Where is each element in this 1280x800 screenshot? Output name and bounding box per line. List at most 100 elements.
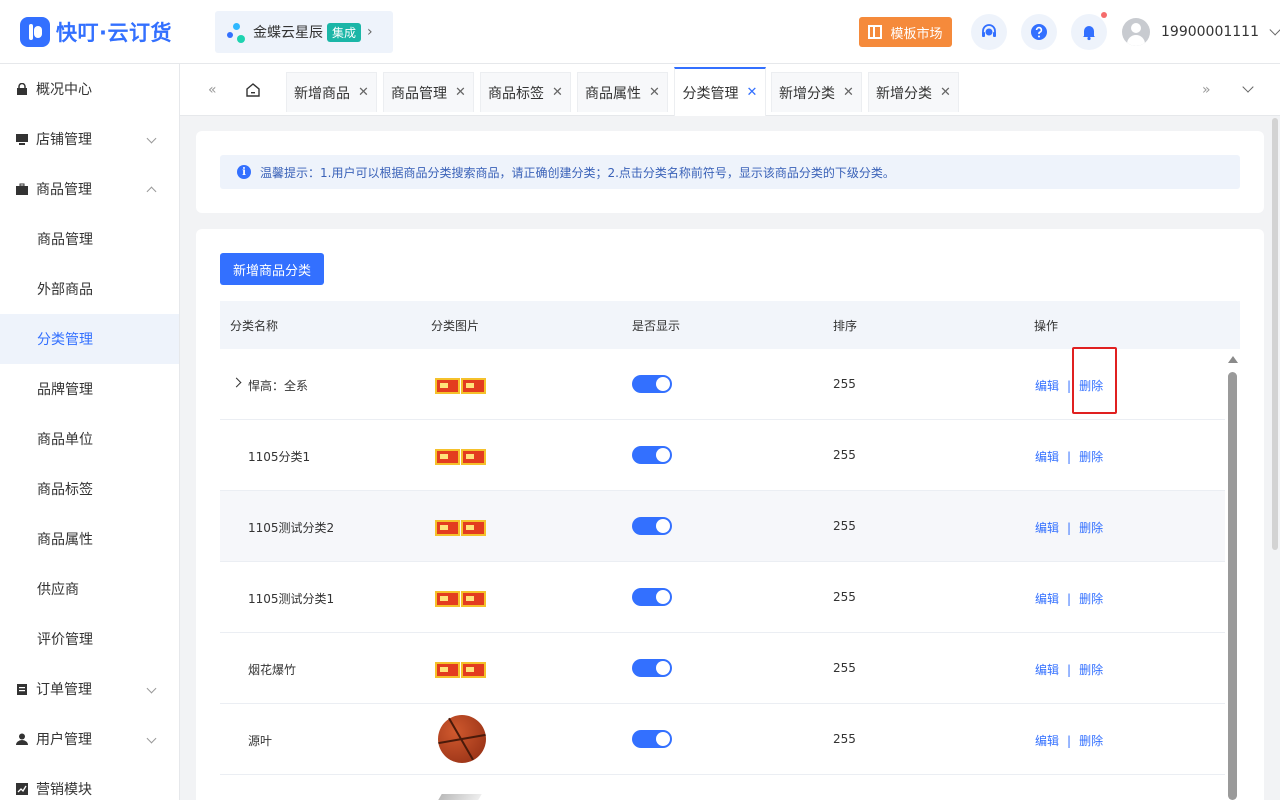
user-menu[interactable]: 19900001111 bbox=[1122, 18, 1280, 46]
page-scrollbar[interactable] bbox=[1272, 118, 1278, 550]
visibility-toggle[interactable] bbox=[632, 588, 672, 606]
sidebar-item-orders[interactable]: 订单管理 bbox=[0, 664, 179, 714]
briefcase-icon bbox=[16, 183, 28, 195]
chevron-right-icon[interactable] bbox=[231, 377, 242, 388]
action-separator: | bbox=[1067, 520, 1072, 535]
sidebar-item-store[interactable]: 店铺管理 bbox=[0, 114, 179, 164]
chevron-down-icon bbox=[146, 683, 157, 694]
tab-product-management[interactable]: 商品管理 ✕ bbox=[383, 72, 474, 112]
category-image bbox=[435, 449, 487, 465]
edit-link[interactable]: 编辑 bbox=[1035, 448, 1059, 465]
tab-category-management[interactable]: 分类管理 ✕ bbox=[674, 67, 766, 116]
help-button[interactable] bbox=[1021, 14, 1057, 50]
visibility-toggle[interactable] bbox=[632, 375, 672, 393]
column-header: 操作 bbox=[1034, 319, 1059, 333]
table-scrollbar[interactable] bbox=[1228, 372, 1237, 800]
tab-new-category[interactable]: 新增分类 ✕ bbox=[771, 72, 862, 112]
kingdee-logo-icon bbox=[227, 21, 249, 43]
sidebar-item-external-products[interactable]: 外部商品 bbox=[0, 264, 179, 314]
chevron-up-icon bbox=[146, 186, 157, 197]
visibility-toggle[interactable] bbox=[632, 659, 672, 677]
thumbnail bbox=[461, 520, 486, 536]
help-icon bbox=[1031, 24, 1047, 40]
tab-label: 商品属性 bbox=[585, 85, 642, 102]
layout-icon bbox=[868, 25, 883, 39]
edit-link[interactable]: 编辑 bbox=[1035, 661, 1059, 678]
edit-link[interactable]: 编辑 bbox=[1035, 519, 1059, 536]
table-row: 1105分类1 255 编辑 | 删除 bbox=[220, 420, 1225, 491]
sidebar-item-brand-management[interactable]: 品牌管理 bbox=[0, 364, 179, 414]
close-icon[interactable]: ✕ bbox=[747, 85, 758, 100]
sidebar-item-marketing[interactable]: 营销模块 bbox=[0, 764, 179, 800]
thumbnail bbox=[461, 662, 486, 678]
notification-button[interactable] bbox=[1071, 12, 1107, 50]
edit-link[interactable]: 编辑 bbox=[1035, 590, 1059, 607]
delete-link[interactable]: 删除 bbox=[1079, 732, 1103, 749]
close-icon[interactable]: ✕ bbox=[843, 85, 854, 100]
template-market-button[interactable]: 模板市场 bbox=[859, 17, 952, 47]
edit-link[interactable]: 编辑 bbox=[1035, 377, 1059, 394]
integration-badge: 集成 bbox=[327, 22, 362, 42]
sidebar-item-reviews[interactable]: 评价管理 bbox=[0, 614, 179, 664]
tab-label: 新增分类 bbox=[779, 85, 836, 102]
customer-service-button[interactable] bbox=[971, 14, 1007, 50]
sort-value: 255 bbox=[833, 448, 856, 462]
thumbnail bbox=[435, 520, 460, 536]
sidebar-item-label: 评价管理 bbox=[37, 632, 93, 648]
sidebar-item-suppliers[interactable]: 供应商 bbox=[0, 564, 179, 614]
close-icon[interactable]: ✕ bbox=[552, 85, 563, 100]
sidebar-item-users[interactable]: 用户管理 bbox=[0, 714, 179, 764]
tab-new-product[interactable]: 新增商品 ✕ bbox=[286, 72, 377, 112]
app-logo[interactable]: 快叮·云订货 bbox=[20, 17, 172, 47]
sidebar-item-label: 商品管理 bbox=[37, 232, 93, 248]
delete-link[interactable]: 删除 bbox=[1079, 590, 1103, 607]
kingdee-integration-button[interactable]: 金蝶云星辰 集成 › bbox=[215, 11, 393, 53]
delete-link[interactable]: 删除 bbox=[1079, 661, 1103, 678]
close-icon[interactable]: ✕ bbox=[455, 85, 466, 100]
thumbnail bbox=[435, 591, 460, 607]
scroll-up-arrow-icon[interactable] bbox=[1228, 356, 1238, 363]
sidebar-item-product-units[interactable]: 商品单位 bbox=[0, 414, 179, 464]
delete-link[interactable]: 删除 bbox=[1079, 448, 1103, 465]
home-icon[interactable] bbox=[244, 81, 262, 99]
sidebar-item-label: 商品标签 bbox=[37, 482, 93, 498]
sidebar-item-product-attributes[interactable]: 商品属性 bbox=[0, 514, 179, 564]
tab-product-tags[interactable]: 商品标签 ✕ bbox=[480, 72, 571, 112]
sidebar-item-label: 订单管理 bbox=[36, 682, 92, 698]
column-header: 分类名称 bbox=[230, 319, 279, 333]
column-header: 分类图片 bbox=[431, 319, 480, 333]
sidebar-item-product-tags[interactable]: 商品标签 bbox=[0, 464, 179, 514]
category-name: 1105测试分类1 bbox=[248, 592, 335, 606]
delete-link[interactable]: 删除 bbox=[1079, 519, 1103, 536]
thumbnail bbox=[461, 449, 486, 465]
sidebar-item-product-management[interactable]: 商品管理 bbox=[0, 214, 179, 264]
tab-label: 分类管理 bbox=[682, 85, 739, 102]
tip-banner: i 温馨提示：1.用户可以根据商品分类搜索商品，请正确创建分类；2.点击分类名称… bbox=[220, 155, 1240, 189]
thumbnail bbox=[461, 378, 486, 394]
chevron-down-icon[interactable] bbox=[1242, 81, 1254, 93]
visibility-toggle[interactable] bbox=[632, 517, 672, 535]
edit-link[interactable]: 编辑 bbox=[1035, 732, 1059, 749]
tab-label: 新增商品 bbox=[294, 85, 351, 102]
sidebar-item-label: 供应商 bbox=[37, 582, 79, 598]
tabs-scroll-left-icon[interactable]: « bbox=[208, 82, 217, 98]
close-icon[interactable]: ✕ bbox=[358, 85, 369, 100]
visibility-toggle[interactable] bbox=[632, 446, 672, 464]
row-actions: 编辑 | 删除 bbox=[1035, 590, 1103, 607]
tabs-scroll-right-icon[interactable]: » bbox=[1202, 82, 1211, 98]
visibility-toggle[interactable] bbox=[632, 730, 672, 748]
row-actions: 编辑 | 删除 bbox=[1035, 519, 1103, 536]
add-category-button[interactable]: 新增商品分类 bbox=[220, 253, 324, 285]
basketball-image bbox=[438, 715, 486, 763]
category-name: 源叶 bbox=[248, 734, 273, 748]
sidebar-item-label: 商品属性 bbox=[37, 532, 93, 548]
tab-new-category-2[interactable]: 新增分类 ✕ bbox=[868, 72, 959, 112]
close-icon[interactable]: ✕ bbox=[940, 85, 951, 100]
tab-product-attributes[interactable]: 商品属性 ✕ bbox=[577, 72, 668, 112]
sidebar: 概况中心 店铺管理 商品管理 商品管理 外部商品 分类管理 品牌管理 商品单位 … bbox=[0, 64, 180, 800]
sidebar-item-overview[interactable]: 概况中心 bbox=[0, 64, 179, 114]
sidebar-item-category-management[interactable]: 分类管理 bbox=[0, 314, 179, 364]
close-icon[interactable]: ✕ bbox=[649, 85, 660, 100]
headset-icon bbox=[982, 24, 996, 37]
sidebar-item-products[interactable]: 商品管理 bbox=[0, 164, 179, 214]
